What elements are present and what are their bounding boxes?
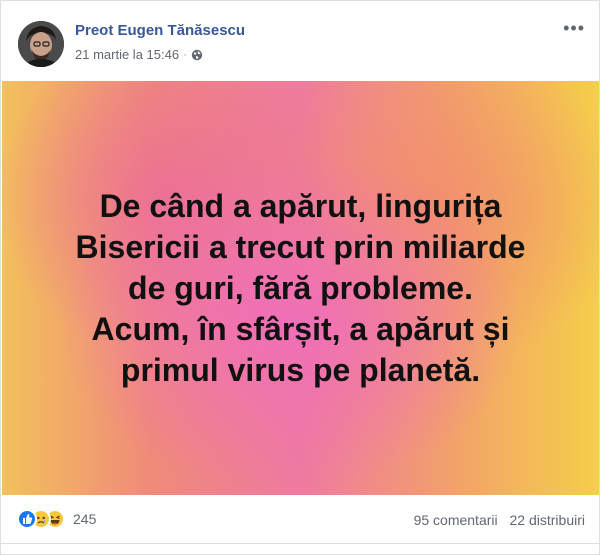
author-name[interactable]: Preot Eugen Tănăsescu: [75, 22, 245, 39]
post-footer: 245 95 comentarii 22 distribuiri: [1, 495, 599, 544]
globe-icon: [191, 49, 203, 61]
post-card: Preot Eugen Tănăsescu 21 martie la 15:46…: [0, 0, 600, 555]
post-header: Preot Eugen Tănăsescu 21 martie la 15:46…: [1, 1, 599, 79]
reactions-summary[interactable]: 245: [17, 509, 96, 529]
quote-line: De când a apărut, lingurița: [99, 187, 502, 224]
quote-line: Bisericii a trecut prin miliarde: [75, 228, 526, 265]
post-stats: 95 comentarii 22 distribuiri: [406, 512, 585, 528]
more-options-icon[interactable]: •••: [563, 19, 585, 37]
quote-line: Acum, în sfârșit, a apărut și: [91, 310, 510, 347]
like-icon: [17, 509, 37, 529]
meta-separator: ·: [183, 48, 187, 61]
image-quote-text: De când a apărut, lingurița Bisericii a …: [41, 186, 561, 391]
quote-line: de guri, fără probleme.: [128, 269, 473, 306]
quote-line: primul virus pe planetă.: [120, 351, 481, 388]
avatar[interactable]: [18, 21, 64, 67]
post-meta: 21 martie la 15:46 ·: [75, 47, 203, 62]
reaction-count[interactable]: 245: [73, 511, 96, 527]
comments-link[interactable]: 95 comentarii: [414, 512, 498, 528]
post-date[interactable]: 21 martie la 15:46: [75, 47, 179, 62]
shares-link[interactable]: 22 distribuiri: [510, 512, 585, 528]
post-image[interactable]: De când a apărut, lingurița Bisericii a …: [2, 81, 599, 495]
